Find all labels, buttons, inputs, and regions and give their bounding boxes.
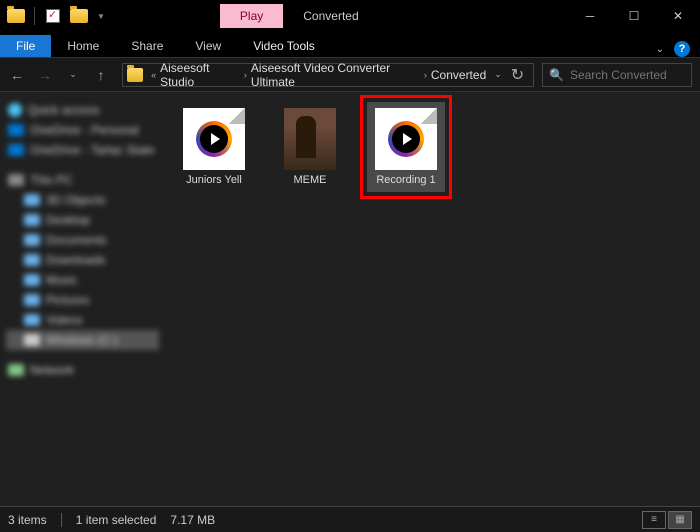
navigation-pane[interactable]: Quick access OneDrive - Personal OneDrive …: [0, 92, 165, 506]
tab-video-tools[interactable]: Video Tools: [237, 35, 331, 57]
titlebar: ▼ Play Converted ─ ☐ ✕: [0, 0, 700, 32]
search-icon: 🔍: [549, 68, 564, 82]
file-item[interactable]: Recording 1: [367, 102, 445, 192]
separator: [34, 7, 35, 25]
tree-item[interactable]: Downloads: [6, 250, 159, 270]
tree-item[interactable]: Windows (C:): [6, 330, 159, 350]
cloud-icon: [8, 124, 24, 136]
tree-item[interactable]: OneDrive - Personal: [6, 120, 159, 140]
details-view-button[interactable]: ≡: [642, 511, 666, 529]
file-label: Recording 1: [376, 174, 435, 186]
ribbon-collapse-icon[interactable]: ⌄: [656, 44, 664, 55]
tree-item[interactable]: OneDrive - Tarlac State Un: [6, 140, 159, 160]
tree-label: Videos: [46, 313, 82, 327]
back-button[interactable]: ←: [4, 62, 30, 88]
chevron-right-icon: ›: [424, 70, 427, 80]
file-thumbnail: [375, 108, 437, 170]
folder-icon: [24, 314, 40, 326]
tree-item[interactable]: Network: [6, 360, 159, 380]
file-label: Juniors Yell: [186, 174, 242, 186]
content-area: Quick access OneDrive - Personal OneDrive …: [0, 92, 700, 506]
folder-icon: [127, 68, 143, 82]
close-button[interactable]: ✕: [656, 0, 700, 32]
recent-dropdown-icon[interactable]: ⌄: [60, 62, 86, 88]
quick-access-toolbar: ▼: [0, 4, 105, 28]
folder-icon: [24, 274, 40, 286]
folder-icon: [24, 294, 40, 306]
search-input[interactable]: [570, 68, 700, 82]
tree-label: OneDrive - Personal: [30, 123, 139, 137]
window-controls: ─ ☐ ✕: [568, 0, 700, 32]
tree-item[interactable]: Desktop: [6, 210, 159, 230]
tree-item[interactable]: Music: [6, 270, 159, 290]
tree-item[interactable]: 3D Objects: [6, 190, 159, 210]
window-title: Converted: [303, 9, 358, 23]
breadcrumb-segment[interactable]: Aiseesoft Studio›: [160, 61, 251, 89]
tab-share[interactable]: Share: [115, 35, 179, 57]
pc-icon: [8, 174, 24, 186]
tree-label: 3D Objects: [46, 193, 105, 207]
tree-item[interactable]: This PC: [6, 170, 159, 190]
new-folder-icon[interactable]: [67, 4, 91, 28]
view-toggle: ≡ ▦: [642, 511, 692, 529]
folder-icon[interactable]: [4, 4, 28, 28]
ribbon-tabs: File Home Share View Video Tools ⌄ ?: [0, 32, 700, 58]
tree-label: Pictures: [46, 293, 89, 307]
file-list[interactable]: Juniors Yell MEME Recording 1: [165, 92, 700, 506]
properties-icon[interactable]: [41, 4, 65, 28]
context-tab-play[interactable]: Play: [220, 4, 283, 28]
breadcrumb-segment[interactable]: Converted: [431, 68, 490, 82]
qat-dropdown-icon[interactable]: ▼: [97, 12, 105, 21]
history-dropdown-icon[interactable]: ⌄: [494, 69, 502, 80]
tree-label: OneDrive - Tarlac State Un: [30, 143, 157, 157]
file-label: MEME: [294, 174, 327, 186]
up-button[interactable]: ↑: [88, 62, 114, 88]
file-thumbnail: [284, 108, 336, 170]
separator: [61, 513, 62, 527]
minimize-button[interactable]: ─: [568, 0, 612, 32]
selection-count: 1 item selected: [76, 513, 157, 527]
tree-label: Network: [30, 363, 74, 377]
tree-item[interactable]: Quick access: [6, 100, 159, 120]
tab-view[interactable]: View: [179, 35, 237, 57]
status-bar: 3 items 1 item selected 7.17 MB ≡ ▦: [0, 506, 700, 532]
item-count: 3 items: [8, 513, 47, 527]
tree-label: Downloads: [46, 253, 105, 267]
search-box[interactable]: 🔍: [542, 63, 692, 87]
refresh-button[interactable]: ↻: [506, 65, 529, 85]
folder-icon: [24, 194, 40, 206]
drive-icon: [24, 334, 40, 346]
file-item[interactable]: Juniors Yell: [175, 102, 253, 192]
tree-label: Documents: [46, 233, 107, 247]
tree-item[interactable]: Documents: [6, 230, 159, 250]
file-item[interactable]: MEME: [271, 102, 349, 192]
breadcrumb-segment[interactable]: Aiseesoft Video Converter Ultimate›: [251, 61, 431, 89]
star-icon: [8, 103, 22, 117]
tree-label: Windows (C:): [46, 333, 118, 347]
navigation-bar: ← → ⌄ ↑ « Aiseesoft Studio› Aiseesoft Vi…: [0, 58, 700, 92]
tab-home[interactable]: Home: [51, 35, 115, 57]
help-icon[interactable]: ?: [674, 41, 690, 57]
maximize-button[interactable]: ☐: [612, 0, 656, 32]
folder-icon: [24, 234, 40, 246]
file-thumbnail: [183, 108, 245, 170]
tree-label: This PC: [30, 173, 73, 187]
cloud-icon: [8, 144, 24, 156]
forward-button[interactable]: →: [32, 62, 58, 88]
folder-icon: [24, 214, 40, 226]
chevron-icon[interactable]: «: [151, 70, 156, 80]
net-icon: [8, 364, 24, 376]
folder-icon: [24, 254, 40, 266]
tree-label: Quick access: [28, 103, 99, 117]
address-bar[interactable]: « Aiseesoft Studio› Aiseesoft Video Conv…: [122, 63, 534, 87]
tree-item[interactable]: Videos: [6, 310, 159, 330]
selection-size: 7.17 MB: [170, 513, 215, 527]
chevron-right-icon: ›: [244, 70, 247, 80]
file-tab[interactable]: File: [0, 35, 51, 57]
icons-view-button[interactable]: ▦: [668, 511, 692, 529]
tree-label: Desktop: [46, 213, 90, 227]
tree-label: Music: [46, 273, 77, 287]
tree-item[interactable]: Pictures: [6, 290, 159, 310]
